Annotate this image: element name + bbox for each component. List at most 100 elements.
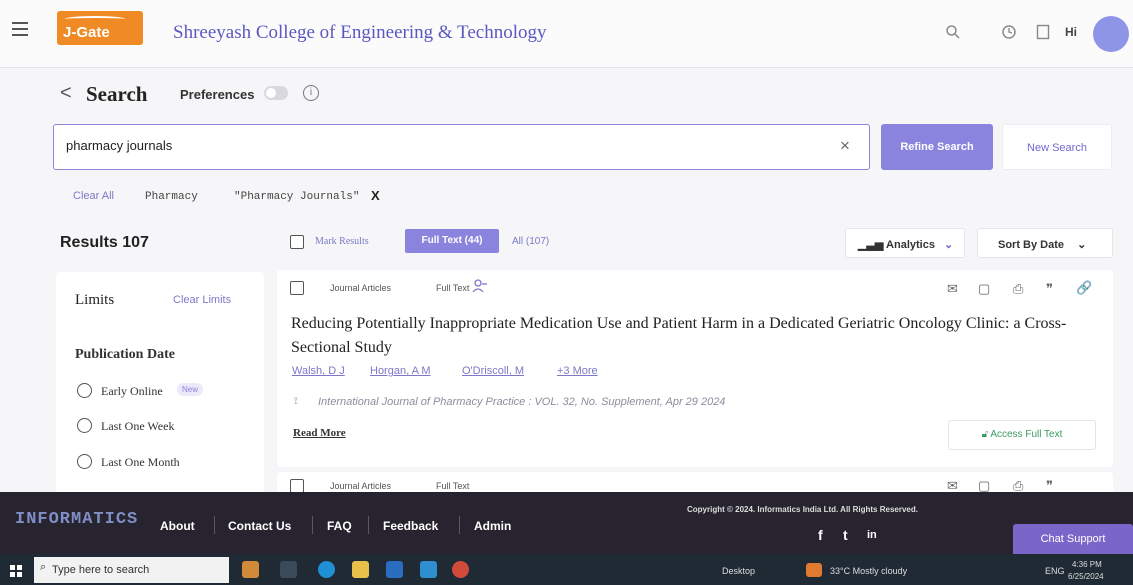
article-type-tag: Journal Articles <box>330 481 392 491</box>
footer-link-contact[interactable]: Contact Us <box>228 519 291 533</box>
weather-text[interactable]: 33°C Mostly cloudy <box>830 566 907 576</box>
access-full-text-button[interactable]: 🔓︎ Access Full Text <box>948 420 1096 450</box>
footer-link-about[interactable]: About <box>160 519 195 533</box>
history-icon[interactable] <box>1001 24 1017 40</box>
authors-icon <box>472 279 487 293</box>
jgate-logo[interactable]: J-Gate <box>57 11 143 45</box>
file-explorer-icon[interactable] <box>352 561 369 578</box>
folder-icon[interactable]: ▢ <box>978 281 990 297</box>
link-icon[interactable]: 🔗 <box>1076 280 1092 296</box>
store-icon[interactable] <box>386 561 403 578</box>
search-icon[interactable] <box>945 24 961 40</box>
mail-icon[interactable] <box>420 561 437 578</box>
weather-icon <box>806 563 822 577</box>
chrome-icon[interactable] <box>452 561 469 578</box>
desktop-label[interactable]: Desktop <box>722 566 755 576</box>
mark-results-label[interactable]: Mark Results <box>315 236 369 247</box>
article-select-checkbox[interactable] <box>290 479 304 493</box>
facebook-icon[interactable]: f <box>818 527 823 543</box>
greeting: Hi <box>1065 25 1077 39</box>
chevron-down-icon: ⌄ <box>1077 239 1087 251</box>
user-avatar[interactable] <box>1093 16 1129 52</box>
clear-all-link[interactable]: Clear All <box>73 190 114 202</box>
linkedin-icon[interactable]: in <box>867 529 877 541</box>
search-input[interactable] <box>66 138 786 153</box>
article-title[interactable]: Reducing Potentially Inappropriate Medic… <box>291 312 1081 360</box>
radio-last-one-month[interactable] <box>77 454 92 469</box>
article-type-tag: Journal Articles <box>330 283 392 293</box>
menu-icon[interactable] <box>12 22 28 36</box>
new-badge: New <box>177 383 204 396</box>
print-icon[interactable]: ⎙ <box>1013 281 1023 297</box>
twitter-icon[interactable]: t <box>843 527 848 543</box>
access-label: Access Full Text <box>990 429 1063 440</box>
windows-start-icon[interactable] <box>10 565 22 577</box>
back-chevron-icon[interactable]: < <box>60 82 72 105</box>
analytics-label: Analytics <box>886 239 935 251</box>
footer-divider <box>459 516 460 534</box>
logo-text: J-Gate <box>63 24 110 41</box>
footer-divider <box>312 516 313 534</box>
institution-name: Shreeyash College of Engineering & Techn… <box>173 22 547 43</box>
page-title: Search <box>86 82 148 106</box>
language-indicator[interactable]: ENG <box>1045 566 1065 576</box>
footer-link-faq[interactable]: FAQ <box>327 519 352 533</box>
clear-limits-link[interactable]: Clear Limits <box>173 294 231 306</box>
chevron-down-icon: ⌄ <box>944 239 954 251</box>
author-link[interactable]: Walsh, D J <box>292 365 345 377</box>
fulltext-tag: Full Text <box>436 481 470 491</box>
refine-search-button[interactable]: Refine Search <box>881 124 993 170</box>
analytics-bar-icon: ▁▃▅ <box>858 239 884 251</box>
remove-filter-icon[interactable]: X <box>371 188 380 203</box>
cite-icon[interactable]: ❞ <box>1046 281 1053 297</box>
copyright-text: Copyright © 2024. Informatics India Ltd.… <box>687 505 918 514</box>
top-bar <box>0 0 1133 68</box>
option-label: Last One Week <box>101 419 175 433</box>
footer-link-admin[interactable]: Admin <box>474 519 511 533</box>
fulltext-tag: Full Text <box>436 283 470 293</box>
footer-link-feedback[interactable]: Feedback <box>383 519 438 533</box>
author-link[interactable]: Horgan, A M <box>370 365 431 377</box>
author-link[interactable]: O'Driscoll, M <box>462 365 524 377</box>
analytics-dropdown[interactable]: ▁▃▅ Analytics ⌄ <box>845 228 965 258</box>
option-label: Early Online <box>101 384 163 398</box>
read-more-link[interactable]: Read More <box>293 427 346 439</box>
publication-date-heading: Publication Date <box>75 347 175 362</box>
clock-time[interactable]: 4:36 PM <box>1072 560 1102 569</box>
filter-chip: Pharmacy <box>145 191 198 203</box>
clock-date[interactable]: 6/25/2024 <box>1068 572 1104 581</box>
sort-label: Sort By Date <box>998 239 1065 251</box>
more-authors-link[interactable]: +3 More <box>557 365 598 377</box>
logo-swoosh <box>65 16 125 22</box>
taskbar-app-icon[interactable] <box>242 561 259 578</box>
limits-title: Limits <box>75 292 115 308</box>
informatics-logo: INFORMATICS <box>15 510 139 529</box>
tab-all[interactable]: All (107) <box>512 236 549 247</box>
sort-dropdown[interactable]: Sort By Date ⌄ <box>977 228 1113 258</box>
radio-last-one-week[interactable] <box>77 418 92 433</box>
bookmark-icon[interactable] <box>1036 24 1050 40</box>
journal-source[interactable]: International Journal of Pharmacy Practi… <box>318 396 725 408</box>
access-lock-icon: 🔓︎ <box>981 429 989 440</box>
option-label: Last One Month <box>101 455 180 469</box>
info-icon[interactable]: i <box>303 85 319 101</box>
tab-full-text[interactable]: Full Text (44) <box>405 229 499 253</box>
email-icon[interactable]: ✉ <box>947 281 958 297</box>
preferences-toggle[interactable] <box>264 86 288 100</box>
filter-chip: "Pharmacy Journals" <box>234 191 360 203</box>
rss-icon: ⟟ <box>294 396 298 407</box>
results-count: Results 107 <box>60 234 149 251</box>
new-search-button[interactable]: New Search <box>1002 124 1112 170</box>
preferences-label: Preferences <box>180 87 255 102</box>
edge-icon[interactable] <box>318 561 335 578</box>
article-select-checkbox[interactable] <box>290 281 304 295</box>
taskbar-search-icon: ⌕ <box>40 561 47 573</box>
task-view-icon[interactable] <box>280 561 297 578</box>
radio-early-online[interactable] <box>77 383 92 398</box>
taskbar-search-placeholder: Type here to search <box>52 564 150 576</box>
footer-divider <box>214 516 215 534</box>
footer-divider <box>368 516 369 534</box>
clear-query-icon[interactable]: × <box>840 136 850 156</box>
chat-support-button[interactable]: Chat Support <box>1013 524 1133 555</box>
mark-results-checkbox[interactable] <box>290 235 304 249</box>
